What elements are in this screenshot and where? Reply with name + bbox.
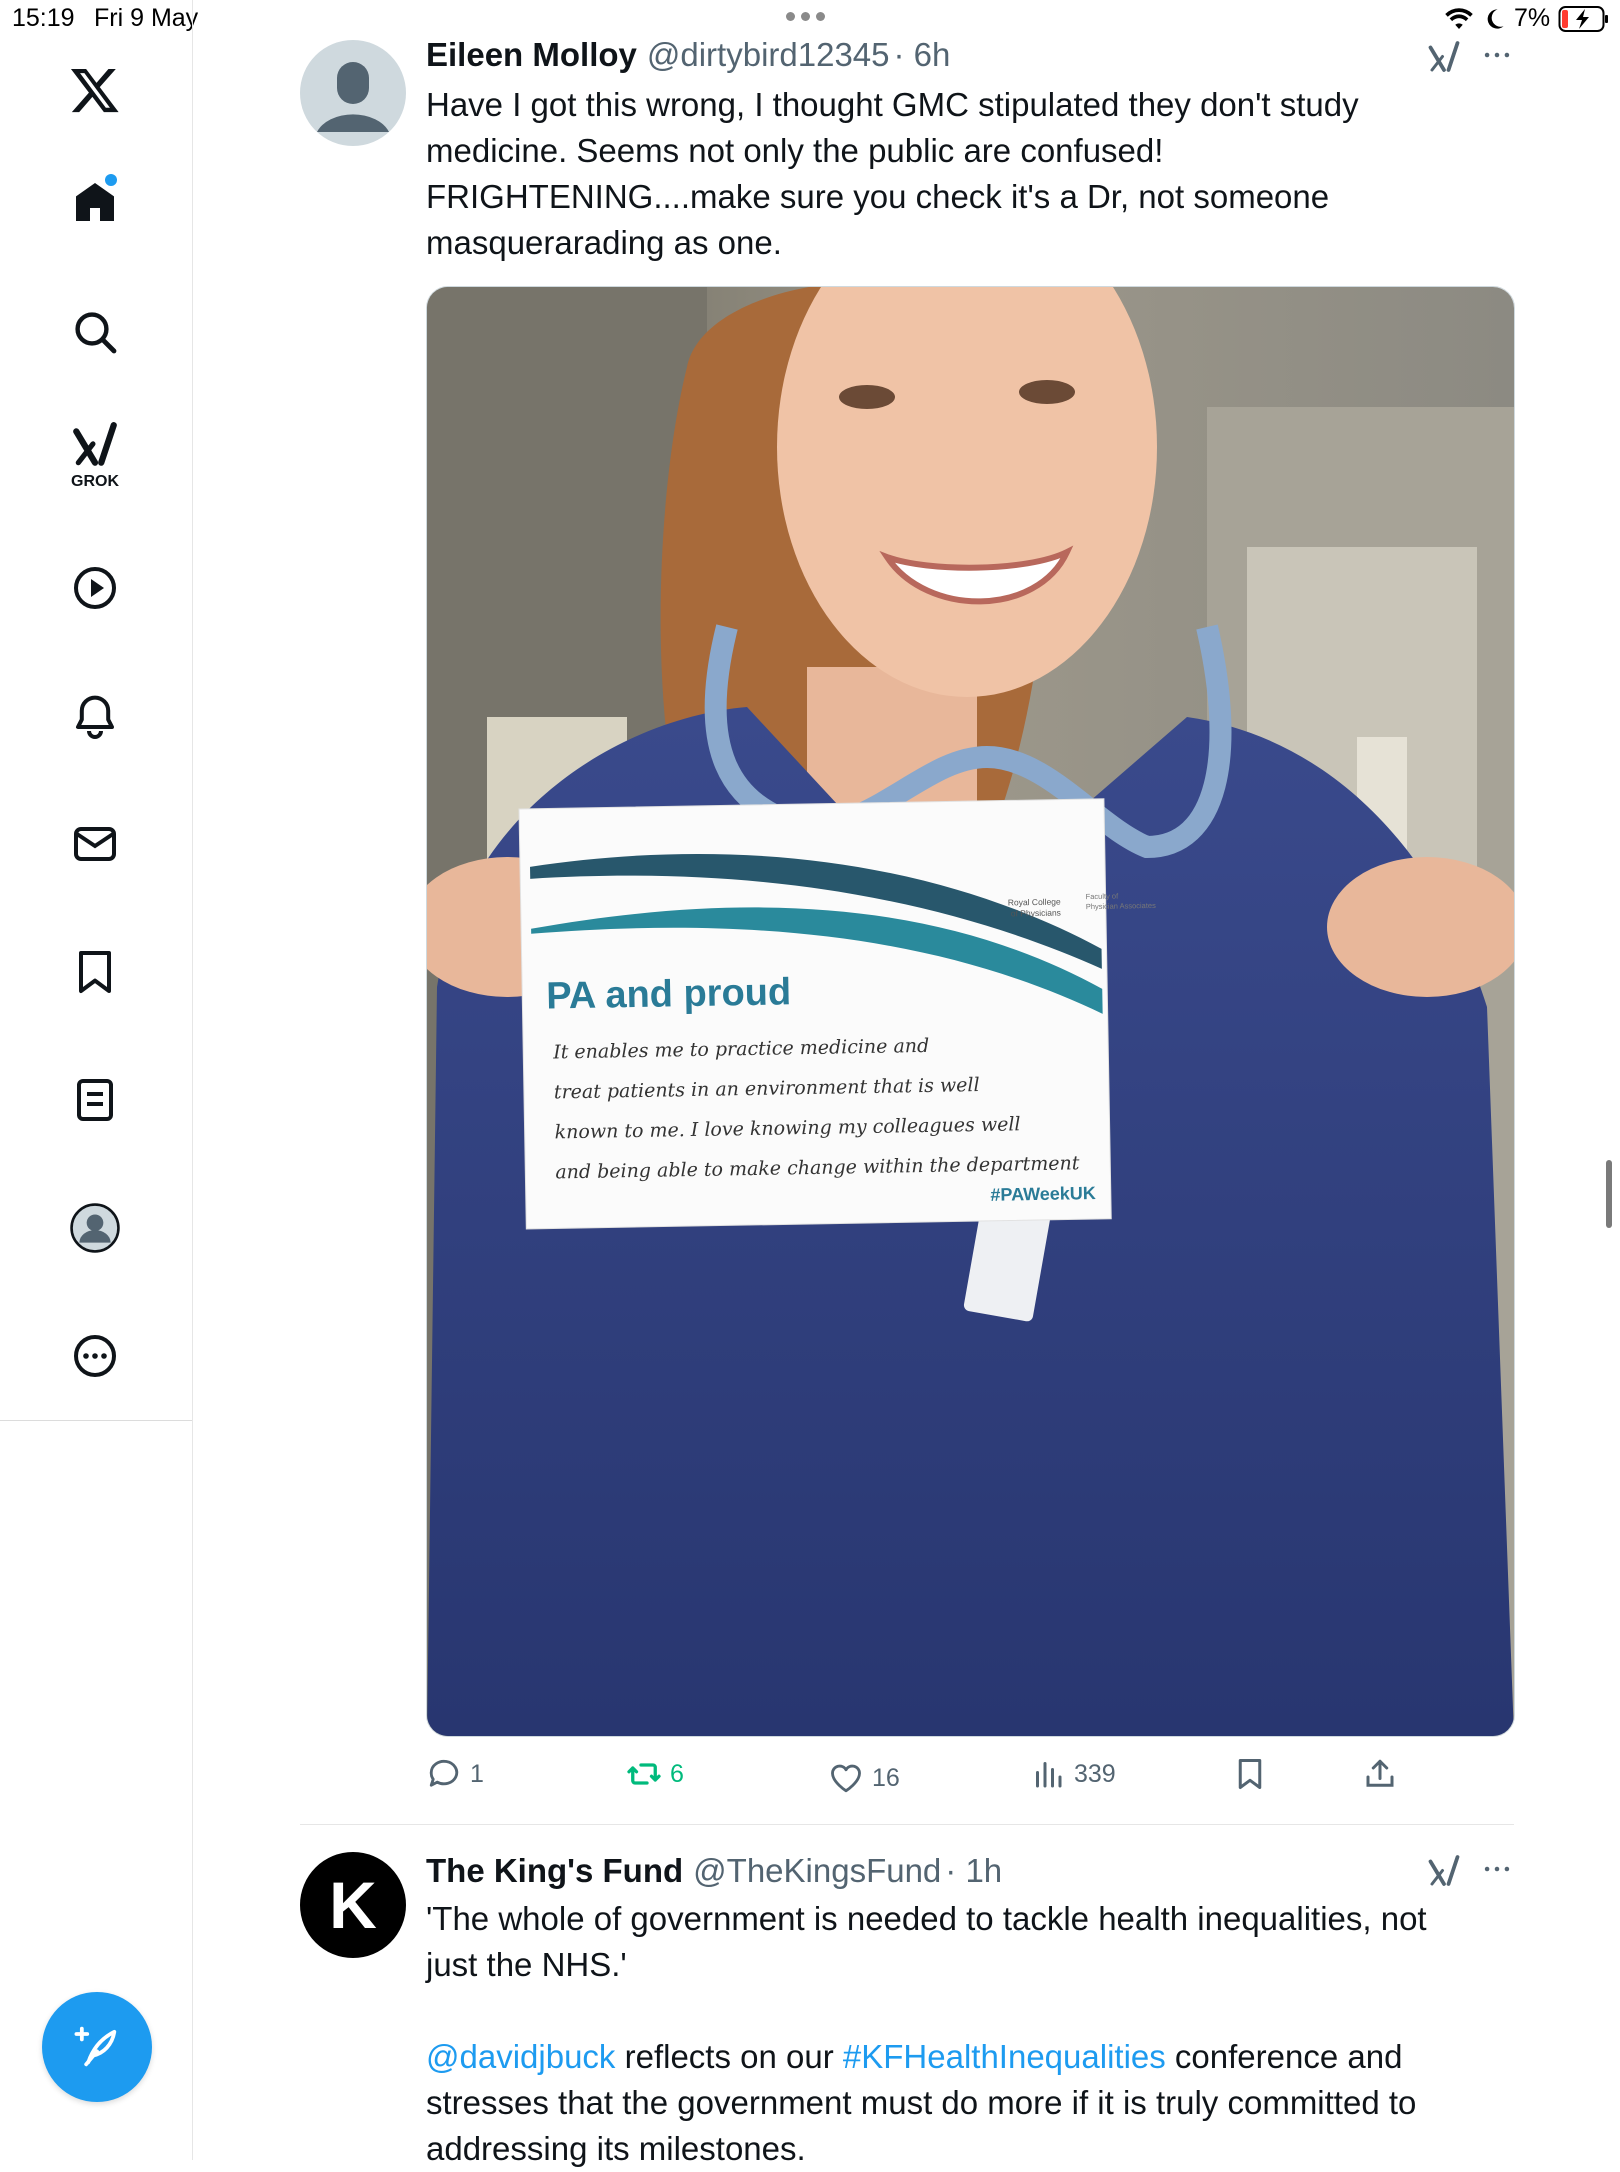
avatar-letter: K <box>329 1868 377 1942</box>
compose-icon <box>74 2026 117 2067</box>
tweet-text: 'The whole of government is needed to ta… <box>426 1896 1516 2172</box>
share-button[interactable] <box>1362 1756 1398 1792</box>
tweet-time[interactable]: · 6h <box>894 36 951 74</box>
grok-explain-button[interactable] <box>1426 40 1462 81</box>
compose-button[interactable] <box>42 1992 152 2102</box>
tweet-text-line: 'The whole of government is needed to ta… <box>426 1900 1427 1937</box>
bookmark-tweet-button[interactable] <box>1232 1756 1268 1792</box>
battery-charging-icon <box>1558 5 1609 32</box>
grok-icon <box>73 422 117 466</box>
tweet-header: The King's Fund @TheKingsFund · 1h <box>426 1852 1002 1890</box>
reply-icon <box>429 1759 459 1787</box>
tweet-more-button[interactable] <box>1480 1852 1514 1891</box>
tweet-text-line: addressing its milestones. <box>426 2130 806 2167</box>
sign-org-faculty: Faculty of <box>1086 892 1120 902</box>
tweet-author-name[interactable]: The King's Fund <box>426 1852 683 1890</box>
sign-title: PA and proud <box>546 971 792 1017</box>
tweet-avatar[interactable] <box>300 40 406 146</box>
play-icon <box>74 567 116 609</box>
tweet-header: Eileen Molloy @dirtybird12345 · 6h <box>426 36 950 74</box>
tweet-text: Have I got this wrong, I thought GMC sti… <box>426 82 1516 266</box>
reply-button[interactable]: 1 <box>426 1756 484 1792</box>
tweet-author-handle[interactable]: @dirtybird12345 <box>647 36 890 74</box>
mail-icon <box>74 827 116 861</box>
like-button[interactable]: 16 <box>828 1760 900 1796</box>
tweet-avatar[interactable]: K <box>300 1852 406 1958</box>
tweet-text-line: stresses that the government must do mor… <box>426 2084 1417 2121</box>
like-count: 16 <box>872 1763 900 1792</box>
sidebar-item-more[interactable] <box>55 1316 135 1396</box>
tweet-text-line: Have I got this wrong, I thought GMC sti… <box>426 86 1359 123</box>
sidebar-item-lists[interactable] <box>55 1060 135 1140</box>
tweet-more-button[interactable] <box>1480 38 1514 77</box>
tweet-text-line: medicine. Seems not only the public are … <box>426 132 1164 169</box>
views-button[interactable]: 339 <box>1030 1756 1116 1792</box>
grok-label: GROK <box>71 473 119 490</box>
bell-icon <box>76 695 114 739</box>
tweet-divider <box>300 1824 1514 1825</box>
wifi-icon <box>1445 7 1473 29</box>
moon-icon <box>1487 8 1504 29</box>
tweet-text-fragment: conference and <box>1165 2038 1403 2075</box>
tweet-text-line: just the NHS.' <box>426 1946 627 1983</box>
tweet-text-line: @davidjbuck reflects on our #KFHealthIne… <box>426 2034 1516 2080</box>
more-circle-icon <box>74 1335 116 1377</box>
tweet-text-line: masquerarading as one. <box>426 224 782 261</box>
window-handle[interactable] <box>786 12 825 21</box>
battery-percent: 7% <box>1514 4 1551 32</box>
mention-link[interactable]: @davidjbuck <box>426 2038 615 2075</box>
scrollbar[interactable] <box>1606 1160 1612 1228</box>
tweet-text-line: FRIGHTENING....make sure you check it's … <box>426 178 1330 215</box>
tweet-author-handle[interactable]: @TheKingsFund <box>693 1852 941 1890</box>
grok-icon <box>1428 1855 1460 1886</box>
sidebar-item-messages[interactable] <box>55 804 135 884</box>
sign-hashtag: #PAWeekUK <box>990 1183 1096 1205</box>
retweet-button[interactable]: 6 <box>626 1756 684 1792</box>
bookmark-icon <box>1238 1759 1262 1789</box>
sidebar-item-search[interactable] <box>55 292 135 372</box>
tweet-text-fragment: reflects on our <box>615 2038 843 2075</box>
sidebar-item-notifications[interactable] <box>55 676 135 756</box>
sidebar-item-profile[interactable] <box>55 1188 135 1268</box>
tweet-media-photo[interactable]: Royal College of Physicians Faculty of P… <box>426 286 1515 1737</box>
sign-org-pa: Physician Associates <box>1086 901 1156 911</box>
sign-org-royal-college: Royal College <box>1008 897 1061 908</box>
sidebar-divider <box>0 1420 192 1421</box>
home-notification-dot <box>105 174 117 186</box>
avatar-icon <box>70 1203 120 1253</box>
x-logo-icon <box>70 68 119 113</box>
hashtag-link[interactable]: #KFHealthInequalities <box>843 2038 1166 2075</box>
search-icon <box>75 312 117 354</box>
default-avatar-icon <box>300 40 406 146</box>
retweet-count: 6 <box>670 1759 684 1788</box>
bookmark-icon <box>79 951 111 993</box>
reply-count: 1 <box>470 1759 484 1788</box>
retweet-icon <box>627 1763 661 1785</box>
sidebar-item-home[interactable] <box>55 162 135 242</box>
more-horizontal-icon <box>1484 52 1510 58</box>
view-count: 339 <box>1074 1759 1116 1788</box>
sidebar-item-grok[interactable]: GROK <box>55 416 135 496</box>
x-logo[interactable] <box>55 50 135 130</box>
list-icon <box>77 1079 113 1121</box>
tweet-author-name[interactable]: Eileen Molloy <box>426 36 637 74</box>
grok-explain-button[interactable] <box>1426 1854 1462 1895</box>
more-horizontal-icon <box>1484 1866 1510 1872</box>
sidebar-item-bookmarks[interactable] <box>55 932 135 1012</box>
grok-icon <box>1428 41 1460 72</box>
sidebar-item-video[interactable] <box>55 548 135 628</box>
heart-icon <box>831 1764 861 1793</box>
share-icon <box>1366 1759 1394 1787</box>
photo-illustration: Royal College of Physicians Faculty of P… <box>427 287 1514 1736</box>
sign-org-physicians: of Physicians <box>1011 908 1061 919</box>
tweet-time[interactable]: · 1h <box>945 1852 1002 1890</box>
analytics-icon <box>1036 1762 1062 1788</box>
